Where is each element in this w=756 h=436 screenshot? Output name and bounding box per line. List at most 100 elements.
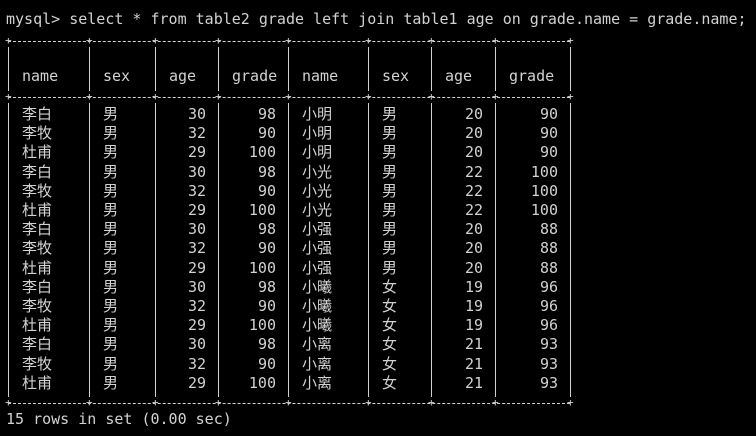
column-header: name [302, 67, 339, 85]
table-cell: 女 [382, 355, 398, 373]
table-cell: 22 [464, 182, 483, 200]
table-cell: 93 [539, 355, 558, 373]
table-cell: 20 [464, 220, 483, 238]
column-header: age [169, 67, 197, 85]
table-cell: 22 [464, 201, 483, 219]
border-corner: + [5, 90, 12, 103]
border-corner: + [152, 396, 159, 409]
body-column-divider [368, 103, 369, 397]
column-header: age [445, 67, 473, 85]
table-cell: 男 [103, 316, 119, 334]
table-cell: 小明 [302, 143, 333, 161]
body-column-divider [218, 103, 219, 397]
table-cell: 男 [382, 220, 398, 238]
table-cell: 男 [382, 105, 398, 123]
table-cell: 30 [187, 278, 206, 296]
table-cell: 李白 [22, 220, 53, 238]
body-column-divider [8, 103, 9, 397]
table-cell: 李牧 [22, 297, 53, 315]
header-column-divider [8, 47, 9, 91]
table-cell: 男 [103, 105, 119, 123]
table-cell: 男 [382, 163, 398, 181]
table-cell: 100 [530, 163, 558, 181]
table-cell: 100 [248, 259, 276, 277]
table-cell: 30 [187, 163, 206, 181]
column-header: grade [509, 67, 555, 85]
border-corner: + [215, 396, 222, 409]
table-cell: 20 [464, 143, 483, 161]
table-cell: 男 [103, 355, 119, 373]
table-cell: 29 [187, 259, 206, 277]
table-cell: 90 [257, 239, 276, 257]
header-column-divider [288, 47, 289, 91]
table-cell: 100 [248, 316, 276, 334]
table-cell: 男 [382, 182, 398, 200]
table-cell: 女 [382, 335, 398, 353]
body-column-divider [495, 103, 496, 397]
table-cell: 男 [103, 143, 119, 161]
header-column-divider [495, 47, 496, 91]
body-column-divider [431, 103, 432, 397]
table-cell: 30 [187, 220, 206, 238]
table-cell: 21 [464, 335, 483, 353]
table-cell: 19 [464, 297, 483, 315]
table-cell: 100 [248, 201, 276, 219]
table-cell: 女 [382, 316, 398, 334]
table-cell: 90 [257, 182, 276, 200]
table-cell: 88 [539, 220, 558, 238]
border-corner: + [86, 90, 93, 103]
table-cell: 88 [539, 239, 558, 257]
table-cell: 男 [382, 239, 398, 257]
table-cell: 男 [103, 124, 119, 142]
border-corner: + [428, 34, 435, 47]
table-cell: 小离 [302, 374, 333, 392]
table-cell: 29 [187, 201, 206, 219]
table-cell: 李白 [22, 278, 53, 296]
table-cell: 20 [464, 124, 483, 142]
header-column-divider [368, 47, 369, 91]
border-corner: + [215, 90, 222, 103]
table-cell: 100 [530, 201, 558, 219]
table-cell: 32 [187, 239, 206, 257]
table-cell: 李白 [22, 335, 53, 353]
table-cell: 98 [257, 335, 276, 353]
table-cell: 男 [103, 163, 119, 181]
column-header: sex [103, 67, 131, 85]
border-corner: + [5, 396, 12, 409]
table-cell: 小强 [302, 220, 333, 238]
table-cell: 小明 [302, 105, 333, 123]
table-cell: 32 [187, 182, 206, 200]
table-cell: 19 [464, 316, 483, 334]
table-cell: 小光 [302, 163, 333, 181]
table-cell: 96 [539, 278, 558, 296]
table-cell: 小曦 [302, 278, 333, 296]
body-column-divider [89, 103, 90, 397]
table-cell: 小明 [302, 124, 333, 142]
table-cell: 100 [530, 182, 558, 200]
rows-summary: 15 rows in set (0.00 sec) [6, 410, 232, 428]
border-corner: + [285, 34, 292, 47]
table-cell: 李牧 [22, 355, 53, 373]
table-cell: 李牧 [22, 182, 53, 200]
table-cell: 杜甫 [22, 259, 53, 277]
border-corner: + [492, 90, 499, 103]
table-cell: 男 [103, 297, 119, 315]
border-corner: + [365, 34, 372, 47]
table-cell: 21 [464, 355, 483, 373]
table-cell: 88 [539, 259, 558, 277]
header-column-divider [155, 47, 156, 91]
header-column-divider [89, 47, 90, 91]
table-cell: 32 [187, 124, 206, 142]
table-cell: 李白 [22, 163, 53, 181]
border-corner: + [152, 34, 159, 47]
table-cell: 男 [382, 259, 398, 277]
terminal-window[interactable]: mysql> select * from table2 grade left j… [0, 0, 756, 436]
table-cell: 李牧 [22, 239, 53, 257]
border-corner: + [567, 90, 574, 103]
table-cell: 93 [539, 335, 558, 353]
table-cell: 90 [257, 297, 276, 315]
header-column-divider [431, 47, 432, 91]
table-cell: 96 [539, 297, 558, 315]
table-cell: 98 [257, 163, 276, 181]
border-corner: + [285, 90, 292, 103]
